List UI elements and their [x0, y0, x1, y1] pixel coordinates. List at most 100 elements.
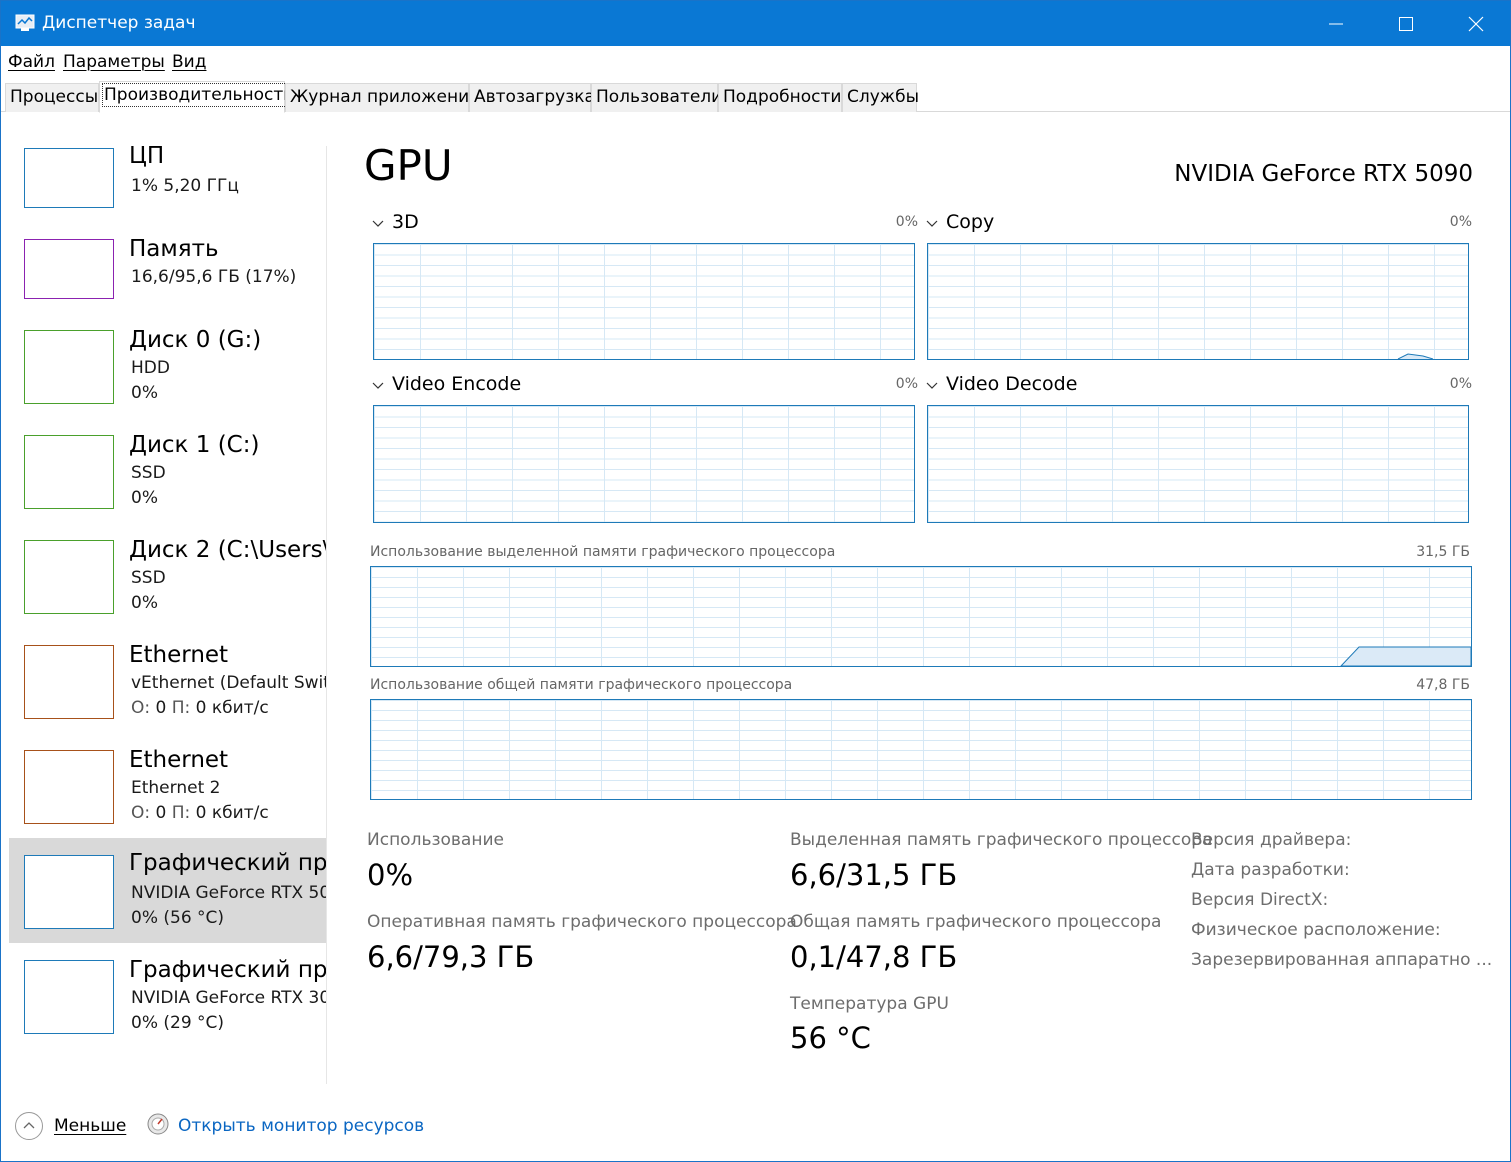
- sidebar-item-memory[interactable]: Память 16,6/95,6 ГБ (17%): [9, 222, 327, 327]
- sidebar-item-title: Графический проц: [129, 850, 327, 876]
- driver-version-label: Версия драйвера:: [1191, 830, 1352, 850]
- gpu-ram-label: Оперативная память графического процессо…: [367, 912, 797, 932]
- directx-version-label: Версия DirectX:: [1191, 890, 1329, 910]
- sidebar-item-sub2: 0%: [131, 593, 158, 613]
- receive-value: 0 кбит/с: [195, 698, 269, 718]
- sidebar-item-disk1[interactable]: Диск 1 (C:) SSD 0%: [9, 418, 327, 523]
- close-icon: [1468, 16, 1484, 32]
- maximize-icon: [1399, 17, 1413, 31]
- resource-monitor-icon: [147, 1113, 169, 1135]
- dedicated-memory-value: 6,6/31,5 ГБ: [790, 858, 958, 892]
- tab-label: Автозагрузка: [474, 87, 595, 107]
- tab-users[interactable]: Пользователи: [591, 83, 722, 112]
- engine-percent: 0%: [895, 214, 918, 230]
- usage-label: Использование: [367, 830, 504, 850]
- task-manager-app-icon: [15, 14, 35, 31]
- sidebar-item-disk0[interactable]: Диск 0 (G:) HDD 0%: [9, 313, 327, 418]
- sidebar-item-sub2: 0%: [131, 383, 158, 403]
- tab-app-history[interactable]: Журнал приложений: [285, 83, 480, 112]
- tab-performance[interactable]: Производительность: [99, 81, 296, 113]
- disk-thumbnail-graph: [24, 540, 114, 614]
- chevron-down-icon: [372, 373, 386, 395]
- shared-memory-graph: [370, 699, 1472, 800]
- engine-graph-3d: [373, 243, 915, 360]
- sidebar-item-sub: SSD: [131, 568, 166, 588]
- shared-memory-max: 47,8 ГБ: [1416, 677, 1470, 693]
- receive-label: П:: [171, 803, 191, 823]
- gpu-temperature-label: Температура GPU: [790, 994, 949, 1014]
- driver-date-label: Дата разработки:: [1191, 860, 1350, 880]
- gpu-thumbnail-graph: [24, 855, 114, 929]
- sidebar-item-sub: 16,6/95,6 ГБ (17%): [131, 267, 297, 287]
- chevron-down-icon: [926, 373, 940, 395]
- close-button[interactable]: [1441, 1, 1511, 46]
- fewer-details-button[interactable]: [15, 1112, 43, 1140]
- sidebar-item-sub: HDD: [131, 358, 170, 378]
- title-bar[interactable]: Диспетчер задач: [1, 1, 1510, 46]
- dedicated-memory-max: 31,5 ГБ: [1416, 544, 1470, 560]
- sidebar-item-sub: SSD: [131, 463, 166, 483]
- tab-processes[interactable]: Процессы: [5, 83, 99, 112]
- network-thumbnail-graph: [24, 645, 114, 719]
- gpu-ram-value: 6,6/79,3 ГБ: [367, 940, 535, 974]
- engine-selector-copy[interactable]: Copy: [926, 211, 994, 233]
- tab-startup[interactable]: Автозагрузка: [469, 83, 595, 112]
- sidebar-item-gpu1[interactable]: Графический проц NVIDIA GeForce RTX 309 …: [9, 943, 327, 1048]
- chevron-up-icon: [23, 1122, 35, 1129]
- engine-selector-video-decode[interactable]: Video Decode: [926, 373, 1077, 395]
- gpu-temperature-value: 56 °C: [790, 1021, 871, 1055]
- tab-details[interactable]: Подробности: [718, 83, 842, 112]
- resource-sidebar: ЦП 1% 5,20 ГГц Память 16,6/95,6 ГБ (17%)…: [9, 131, 327, 1086]
- menu-view[interactable]: Вид: [172, 52, 206, 72]
- menu-file[interactable]: Файл: [8, 52, 55, 72]
- gpu-thumbnail-graph: [24, 960, 114, 1034]
- window-title: Диспетчер задач: [42, 13, 196, 33]
- sidebar-item-title: Диск 1 (C:): [129, 432, 260, 458]
- chevron-down-icon: [372, 211, 386, 233]
- engine-graph-video-encode: [373, 405, 915, 523]
- hardware-reserved-label: Зарезервированная аппаратно ...: [1191, 950, 1493, 970]
- sidebar-item-sub: NVIDIA GeForce RTX 509: [131, 883, 327, 903]
- open-resource-monitor-link[interactable]: Открыть монитор ресурсов: [178, 1116, 424, 1136]
- page-title: GPU: [364, 141, 453, 190]
- tab-strip: Процессы Производительность Журнал прило…: [1, 81, 1510, 113]
- tab-label: Службы: [847, 87, 920, 107]
- engine-name: Video Encode: [392, 373, 522, 395]
- sidebar-item-title: Диск 0 (G:): [129, 327, 262, 353]
- sidebar-item-title: ЦП: [129, 143, 165, 169]
- sidebar-divider: [326, 146, 327, 1084]
- sidebar-item-sub: vEthernet (Default Swit...: [131, 673, 327, 693]
- cpu-thumbnail-graph: [24, 148, 114, 208]
- physical-location-label: Физическое расположение:: [1191, 920, 1441, 940]
- sidebar-item-cpu[interactable]: ЦП 1% 5,20 ГГц: [9, 131, 327, 236]
- engine-graph-copy: [927, 243, 1469, 360]
- engine-percent: 0%: [1449, 376, 1472, 392]
- engine-selector-3d[interactable]: 3D: [372, 211, 419, 233]
- tab-services[interactable]: Службы: [842, 83, 920, 112]
- sidebar-item-title: Ethernet: [129, 747, 229, 773]
- engine-percent: 0%: [895, 376, 918, 392]
- menu-options[interactable]: Параметры: [63, 52, 165, 72]
- minimize-icon: [1329, 23, 1343, 25]
- sidebar-item-ethernet-2[interactable]: Ethernet Ethernet 2 О: 0 П: 0 кбит/с: [9, 733, 327, 838]
- dedicated-memory-label: Выделенная память графического процессор…: [790, 830, 1213, 850]
- gpu-device-name: NVIDIA GeForce RTX 5090: [1174, 161, 1473, 187]
- dedicated-memory-graph: [370, 566, 1472, 667]
- maximize-button[interactable]: [1371, 1, 1441, 46]
- sidebar-item-title: Ethernet: [129, 642, 229, 668]
- sidebar-item-ethernet-vethernet[interactable]: Ethernet vEthernet (Default Swit... О: 0…: [9, 628, 327, 733]
- sidebar-item-gpu0[interactable]: Графический проц NVIDIA GeForce RTX 509 …: [9, 838, 327, 943]
- shared-memory-label: Общая память графического процессора: [790, 912, 1162, 932]
- usage-value: 0%: [367, 858, 414, 892]
- minimize-button[interactable]: [1301, 1, 1371, 46]
- sidebar-item-disk2[interactable]: Диск 2 (C:\Users\V SSD 0%: [9, 523, 327, 628]
- engine-selector-video-encode[interactable]: Video Encode: [372, 373, 521, 395]
- tab-label: Процессы: [10, 87, 99, 107]
- sidebar-item-title: Память: [129, 236, 219, 262]
- engine-name: 3D: [392, 211, 419, 233]
- receive-value: 0 кбит/с: [195, 803, 269, 823]
- sidebar-item-sub: Ethernet 2: [131, 778, 221, 798]
- fewer-details-link[interactable]: Меньше: [54, 1116, 126, 1136]
- tab-label: Производительность: [101, 83, 296, 107]
- chevron-down-icon: [926, 211, 940, 233]
